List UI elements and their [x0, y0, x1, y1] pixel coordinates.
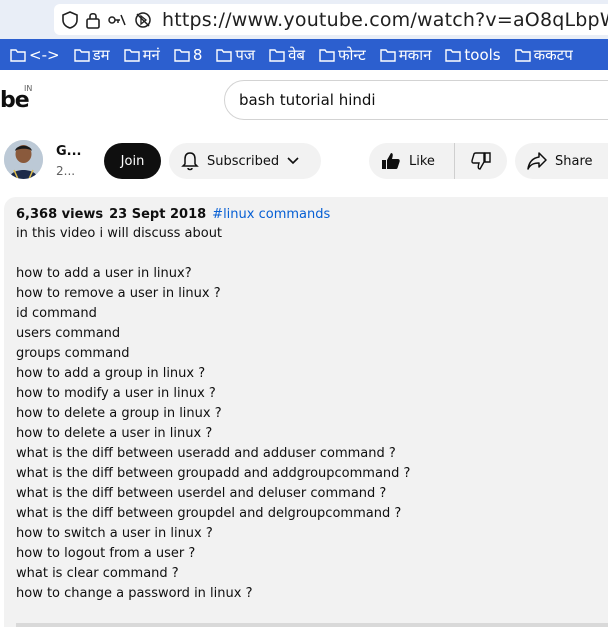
bookmark-label: 8 [192, 45, 203, 64]
page: https://www.youtube.com/watch?v=aO8qLbpW… [0, 0, 608, 627]
subscriber-count: 2... [56, 164, 76, 178]
autoplay-blocked-icon[interactable] [134, 10, 152, 30]
description-line: how to add a user in linux? [16, 266, 192, 281]
bookmark-label: डम [92, 45, 110, 64]
folder-icon [10, 48, 26, 62]
description-line: how to delete a user in linux ? [16, 426, 213, 441]
description-line: how to remove a user in linux ? [16, 286, 221, 301]
bookmark-folder[interactable]: फोन्ट [319, 45, 366, 65]
description-line: what is the diff between groupdel and de… [16, 506, 402, 521]
scroll-divider [16, 623, 608, 627]
description-line: users command [16, 326, 121, 341]
description-text: in this video i will discuss about how t… [16, 224, 608, 604]
bookmark-folder[interactable]: ककटप [514, 45, 573, 65]
channel-name[interactable]: G... [56, 144, 82, 159]
bookmark-folder[interactable]: मनं [123, 45, 160, 65]
like-button[interactable]: Like [369, 143, 455, 179]
description-line: how to logout from a user ? [16, 546, 196, 561]
join-label: Join [120, 153, 145, 169]
bookmark-label: tools [464, 45, 501, 64]
dislike-button[interactable] [455, 143, 507, 179]
bookmark-folder[interactable]: tools [445, 45, 501, 64]
description-line: how to modify a user in linux ? [16, 386, 216, 401]
bell-icon [181, 152, 199, 171]
thumbs-up-icon [382, 153, 400, 169]
subscribed-label: Subscribed [207, 153, 280, 169]
hashtag-link[interactable]: #linux commands [212, 207, 330, 222]
like-dislike-group: Like [369, 143, 507, 179]
share-button[interactable]: Share [515, 143, 608, 179]
bookmark-folder[interactable]: <-> [10, 46, 60, 64]
bookmark-folder[interactable]: पज [216, 45, 255, 65]
bookmark-label: पज [235, 45, 256, 64]
shield-icon[interactable] [62, 10, 78, 30]
description-line: id command [16, 306, 97, 321]
logo-region-code: IN [24, 84, 33, 93]
folder-icon [123, 48, 140, 62]
description-line: in this video i will discuss about [16, 226, 223, 241]
description-line: groups command [16, 346, 130, 361]
bookmark-label: मकान [398, 45, 432, 64]
bookmark-folder[interactable]: वेब [269, 45, 305, 65]
description-line: how to switch a user in linux ? [16, 526, 213, 541]
search-input[interactable]: bash tutorial hindi [224, 80, 608, 120]
description-line: what is the diff between groupadd and ad… [16, 466, 411, 481]
upload-date: 23 Sept 2018 [109, 207, 207, 222]
lock-icon[interactable] [86, 10, 100, 30]
youtube-header: be IN bash tutorial hindi [0, 70, 608, 130]
like-label: Like [409, 153, 435, 169]
bookmark-folder[interactable]: 8 [174, 45, 203, 64]
folder-icon [445, 48, 462, 62]
description-line: what is the diff between userdel and del… [16, 486, 387, 501]
share-label: Share [555, 153, 593, 169]
description-line: what is the diff between useradd and add… [16, 446, 396, 461]
channel-avatar[interactable] [4, 140, 43, 179]
folder-icon [174, 48, 190, 62]
folder-icon [514, 48, 531, 62]
bookmark-label: मनं [142, 45, 160, 64]
folder-icon [216, 48, 233, 62]
description-meta: 6,368 views 23 Sept 2018 #linux commands [16, 207, 608, 222]
thumbs-down-icon [471, 152, 491, 170]
browser-toolbar: https://www.youtube.com/watch?v=aO8qLbpW… [0, 0, 608, 39]
search-query[interactable]: bash tutorial hindi [239, 91, 376, 109]
bookmarks-bar: <-> डम मनं 8 पज वेब फोन्ट मकान tools ककट… [0, 39, 608, 70]
subscribed-button[interactable]: Subscribed [169, 143, 321, 179]
channel-row: G... 2... Join Subscribed Like Share [0, 136, 608, 186]
bookmark-label: ककटप [533, 45, 573, 64]
folder-icon [269, 48, 285, 62]
bookmark-folder[interactable]: डम [73, 45, 110, 65]
bookmark-label: <-> [29, 45, 60, 64]
description-line: how to change a password in linux ? [16, 586, 253, 601]
folder-icon [73, 48, 90, 62]
folder-icon [380, 48, 396, 62]
address-bar[interactable]: https://www.youtube.com/watch?v=aO8qLbpW… [54, 4, 608, 35]
view-count: 6,368 views [16, 207, 104, 222]
description-line: how to add a group in linux ? [16, 366, 206, 381]
folder-icon [319, 48, 335, 62]
permissions-icon[interactable] [108, 10, 126, 30]
description-line: how to delete a group in linux ? [16, 406, 222, 421]
join-button[interactable]: Join [104, 143, 161, 179]
bookmark-label: वेब [288, 45, 305, 64]
chevron-down-icon [287, 157, 299, 165]
bookmark-label: फोन्ट [337, 45, 366, 64]
description-line: what is clear command ? [16, 566, 179, 581]
video-description[interactable]: 6,368 views 23 Sept 2018 #linux commands i… [4, 197, 608, 627]
description-line [16, 244, 608, 264]
bookmark-folder[interactable]: मकान [380, 45, 432, 65]
url-text[interactable]: https://www.youtube.com/watch?v=aO8qLbpW… [162, 9, 608, 31]
share-icon [527, 152, 547, 170]
